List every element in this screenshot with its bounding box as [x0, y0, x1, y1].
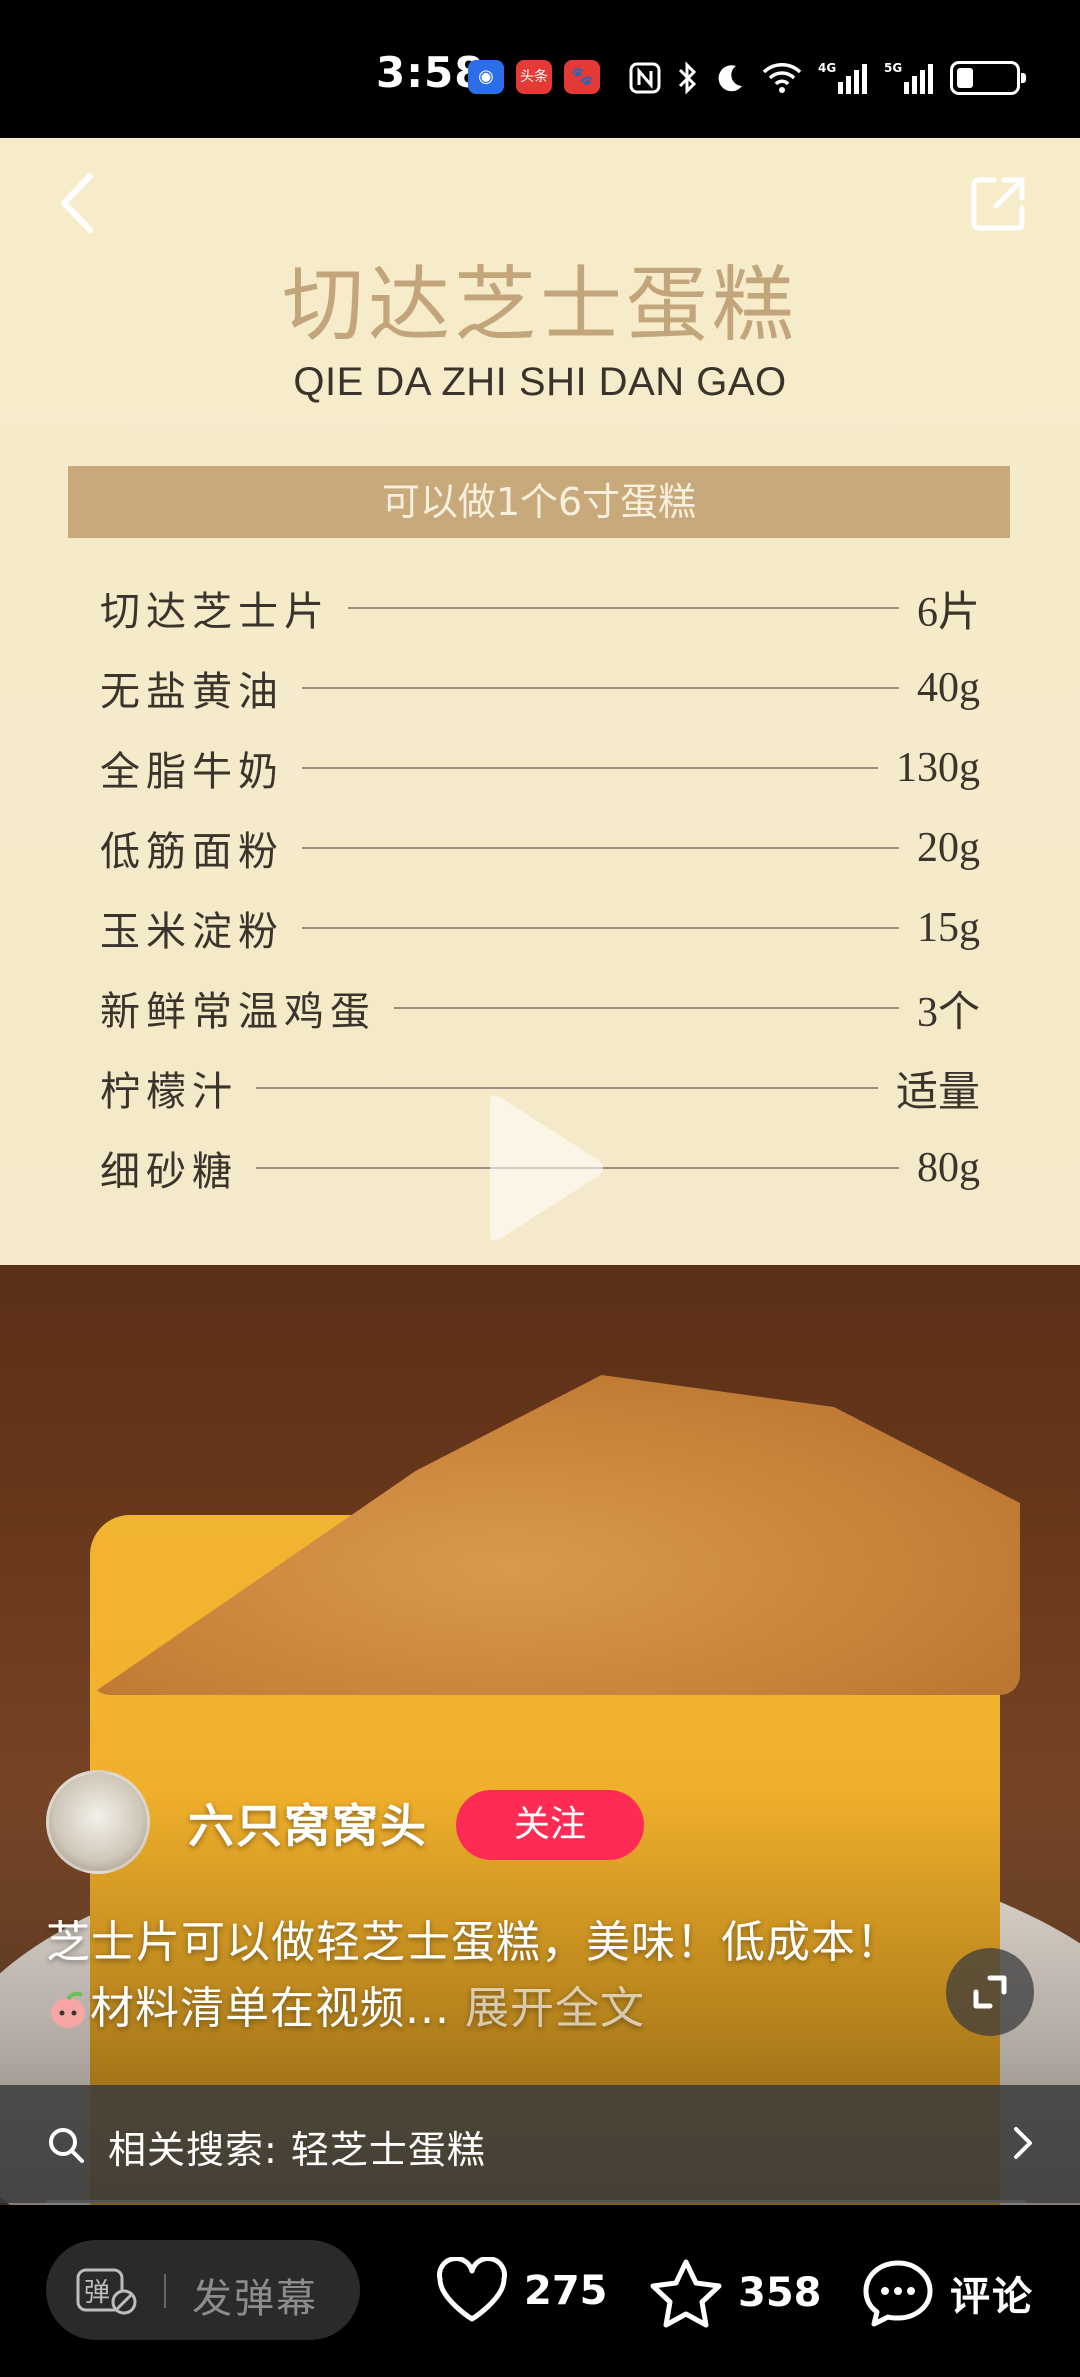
bluetooth-icon	[678, 61, 697, 95]
ingredient-row: 玉米淀粉 15g	[100, 888, 980, 968]
recipe-pinyin: QIE DA ZHI SHI DAN GAO	[293, 360, 787, 404]
signal-4g-icon: 4G	[818, 61, 867, 94]
author-avatar[interactable]	[46, 1770, 150, 1874]
status-icons: 4G 5G	[628, 56, 1026, 100]
recipe-title: 切达芝士蛋糕	[281, 258, 798, 353]
ingredient-row: 切达芝士片 6片	[100, 568, 980, 648]
leader-line	[348, 607, 899, 609]
like-button[interactable]: 275	[434, 2257, 608, 2325]
app-badge-icon: ◉	[468, 60, 504, 94]
baidu-badge-icon: 🐾	[564, 60, 600, 94]
follow-button[interactable]: 关注	[456, 1790, 644, 1860]
expand-icon	[973, 1975, 1007, 2009]
ingredient-name: 切达芝士片	[100, 589, 330, 635]
leader-line	[302, 927, 899, 929]
danmu-separator	[164, 2274, 166, 2308]
chevron-right-icon	[1014, 2127, 1032, 2159]
svg-text:4G: 4G	[818, 61, 836, 75]
ingredient-qty: 130g	[896, 745, 980, 791]
video-detail-screen: 3:58 ◉ 头条 🐾 4G 5G 切达芝士蛋糕 QIE DA ZHI SHI …	[0, 0, 1080, 2377]
danmu-icon-glyph: 弹	[84, 2278, 110, 2308]
ingredient-qty: 15g	[917, 905, 980, 951]
wifi-icon	[762, 63, 802, 93]
danmu-placeholder: 发弹幕	[192, 2276, 318, 2322]
ingredient-name: 无盐黄油	[100, 669, 284, 715]
svg-text:5G: 5G	[884, 61, 902, 75]
video-frame-recipe[interactable]: 切达芝士蛋糕 QIE DA ZHI SHI DAN GAO 可以做1个6寸蛋糕 …	[0, 138, 1080, 1265]
share-icon[interactable]	[966, 172, 1030, 236]
peach-emoji-icon	[51, 1991, 85, 2028]
comment-button[interactable]: 评论	[860, 2257, 1034, 2329]
ingredient-qty: 40g	[917, 665, 980, 711]
leader-line	[302, 847, 899, 849]
ingredient-name: 新鲜常温鸡蛋	[100, 989, 376, 1035]
battery-icon	[950, 61, 1026, 95]
comment-label: 评论	[950, 2274, 1034, 2320]
ingredient-qty: 适量	[895, 1069, 980, 1116]
toutiao-badge-icon: 头条	[516, 60, 552, 94]
ingredient-row: 无盐黄油 40g	[100, 648, 980, 728]
back-icon[interactable]	[50, 168, 110, 238]
ingredient-name: 柠檬汁	[100, 1069, 238, 1115]
danmu-toggle-icon[interactable]: 弹	[76, 2268, 140, 2316]
ingredient-name: 细砂糖	[100, 1149, 238, 1195]
heart-icon	[437, 2257, 507, 2322]
video-frame-cake-photo[interactable]	[0, 1265, 1080, 2205]
caption-text-cont: 材料清单在视频...	[90, 1983, 450, 2034]
ingredient-qty: 20g	[917, 825, 980, 871]
expand-text-link[interactable]: 展开全文	[465, 1983, 645, 2034]
search-icon	[49, 2128, 84, 2163]
ingredient-qty: 80g	[917, 1145, 980, 1191]
progress-divider	[46, 2200, 1026, 2203]
leader-line	[302, 767, 878, 769]
ingredient-name: 全脂牛奶	[100, 749, 284, 795]
status-bar: 3:58 ◉ 头条 🐾 4G 5G	[0, 0, 1080, 138]
caption-text: 芝士片可以做轻芝士蛋糕，美味！低成本！	[46, 1917, 901, 1968]
like-count: 275	[524, 2268, 608, 2314]
ingredient-name: 玉米淀粉	[100, 909, 284, 955]
leader-line	[302, 687, 899, 689]
related-search-bar[interactable]: 相关搜索: 轻芝士蛋糕	[0, 2085, 1080, 2203]
fullscreen-button[interactable]	[946, 1948, 1034, 2036]
nfc-icon	[629, 62, 661, 94]
serving-banner: 可以做1个6寸蛋糕	[68, 466, 1010, 538]
ingredient-qty: 6片	[916, 589, 980, 636]
author-name[interactable]: 六只窝窝头	[188, 1790, 428, 1856]
bottom-action-bar: 弹 发弹幕 275 358 评论	[0, 2205, 1080, 2377]
related-search-label: 相关搜索: 轻芝士蛋糕	[108, 2128, 486, 2172]
leader-line	[394, 1007, 899, 1009]
comment-icon	[863, 2260, 933, 2327]
ingredient-row: 低筋面粉 20g	[100, 808, 980, 888]
moon-icon	[718, 65, 742, 92]
danmu-input[interactable]: 弹 发弹幕	[46, 2240, 360, 2340]
play-icon[interactable]	[470, 1088, 610, 1248]
signal-5g-icon: 5G	[884, 61, 933, 94]
video-caption[interactable]: 芝士片可以做轻芝士蛋糕，美味！低成本！ 材料清单在视频... 展开全文	[46, 1910, 946, 2042]
ingredient-row: 全脂牛奶 130g	[100, 728, 980, 808]
star-icon	[650, 2259, 722, 2328]
ingredient-name: 低筋面粉	[100, 829, 284, 875]
ingredient-row: 新鲜常温鸡蛋 3个	[100, 968, 980, 1048]
favorite-count: 358	[738, 2270, 822, 2316]
ingredient-qty: 3个	[916, 989, 980, 1036]
favorite-button[interactable]: 358	[648, 2257, 822, 2329]
